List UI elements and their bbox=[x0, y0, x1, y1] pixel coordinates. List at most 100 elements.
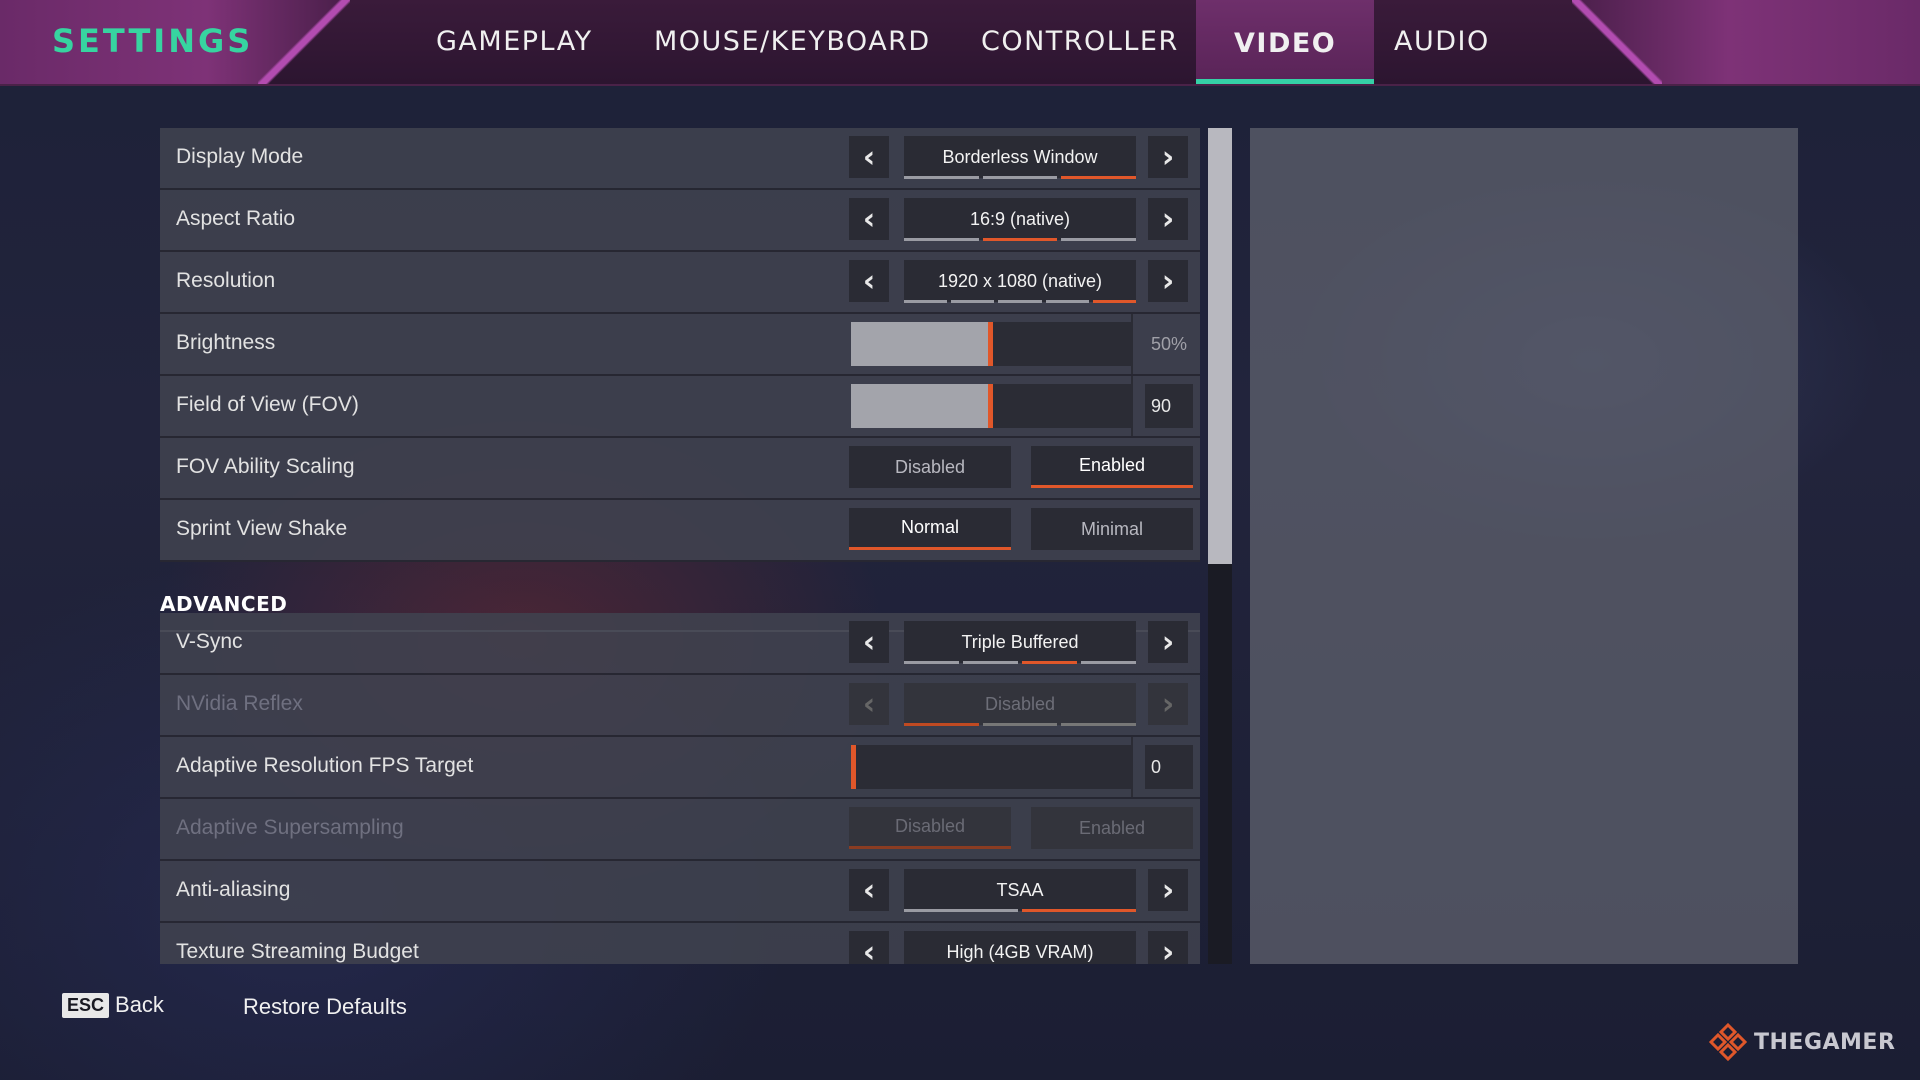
anti-aliasing-selector[interactable]: TSAA bbox=[904, 869, 1136, 911]
brightness-value: 50% bbox=[1150, 334, 1188, 354]
brand-logo-icon bbox=[1708, 1022, 1748, 1062]
header-left-edge bbox=[258, 0, 350, 84]
fov-scaling-enabled-button[interactable]: Enabled bbox=[1031, 446, 1193, 488]
option-pip bbox=[904, 300, 948, 303]
divider bbox=[1131, 314, 1133, 374]
vsync-selector[interactable]: Triple Buffered bbox=[904, 621, 1136, 663]
supersampling-enabled-button: Enabled bbox=[1031, 807, 1193, 849]
option-pip bbox=[904, 909, 1018, 912]
option-pip bbox=[1061, 238, 1137, 241]
setting-label: V-Sync bbox=[176, 630, 243, 653]
back-label: Back bbox=[115, 992, 164, 1017]
chevron-left-icon[interactable]: ‹ bbox=[849, 869, 889, 911]
chevron-right-icon[interactable]: › bbox=[1148, 931, 1188, 964]
option-pips bbox=[904, 238, 1137, 242]
option-pip bbox=[982, 176, 1058, 179]
chevron-right-icon[interactable]: › bbox=[1148, 136, 1188, 178]
setting-row-aspect-ratio: Aspect Ratio ‹ 16:9 (native) › bbox=[160, 190, 1200, 252]
option-pip bbox=[1022, 661, 1077, 664]
option-pip bbox=[904, 238, 979, 241]
option-pip bbox=[982, 723, 1058, 726]
page-title: SETTINGS bbox=[52, 22, 254, 60]
chevron-right-icon[interactable]: › bbox=[1148, 869, 1188, 911]
brightness-slider[interactable] bbox=[851, 322, 1131, 366]
setting-row-vsync: V-Sync ‹ Triple Buffered › bbox=[160, 613, 1200, 675]
fov-scaling-disabled-button[interactable]: Disabled bbox=[849, 446, 1011, 488]
divider bbox=[1131, 376, 1133, 436]
option-pips bbox=[904, 909, 1136, 913]
sprint-shake-minimal-button[interactable]: Minimal bbox=[1031, 508, 1193, 550]
setting-label: NVidia Reflex bbox=[176, 692, 303, 715]
setting-row-texture-streaming-budget: Texture Streaming Budget ‹ High (4GB VRA… bbox=[160, 923, 1200, 964]
setting-row-nvidia-reflex: NVidia Reflex ‹ Disabled › bbox=[160, 675, 1200, 737]
scrollbar-thumb[interactable] bbox=[1208, 128, 1232, 564]
chevron-right-icon[interactable]: › bbox=[1148, 260, 1188, 302]
fov-slider[interactable] bbox=[851, 384, 1131, 428]
display-mode-selector[interactable]: Borderless Window bbox=[904, 136, 1136, 178]
option-pip bbox=[951, 300, 995, 303]
header-right-edge bbox=[1572, 0, 1662, 84]
adaptive-fps-value-input[interactable]: 0 bbox=[1145, 745, 1193, 789]
brand-name: THEGAMER bbox=[1754, 1029, 1896, 1055]
supersampling-disabled-button: Disabled bbox=[849, 807, 1011, 849]
option-pip bbox=[1045, 300, 1089, 303]
setting-label: Sprint View Shake bbox=[176, 517, 348, 540]
chevron-left-icon[interactable]: ‹ bbox=[849, 931, 889, 964]
setting-label: Aspect Ratio bbox=[176, 207, 296, 230]
option-pips bbox=[904, 176, 1137, 180]
setting-row-adaptive-supersampling: Adaptive Supersampling Disabled Enabled bbox=[160, 799, 1200, 861]
option-pip bbox=[1092, 300, 1137, 303]
tab-controller[interactable]: CONTROLLER bbox=[981, 26, 1179, 57]
option-pip bbox=[963, 661, 1018, 664]
tab-gameplay[interactable]: GAMEPLAY bbox=[436, 26, 593, 57]
option-pips bbox=[904, 723, 1137, 727]
esc-key-icon: ESC bbox=[62, 992, 110, 1018]
setting-row-resolution: Resolution ‹ 1920 x 1080 (native) › bbox=[160, 252, 1200, 314]
chevron-left-icon[interactable]: ‹ bbox=[849, 136, 889, 178]
setting-row-brightness: Brightness 50% bbox=[160, 314, 1200, 376]
back-button[interactable]: ESC Back bbox=[62, 992, 164, 1018]
divider bbox=[1131, 737, 1133, 797]
option-pips bbox=[904, 661, 1136, 665]
aspect-ratio-selector[interactable]: 16:9 (native) bbox=[904, 198, 1136, 240]
option-pip bbox=[982, 238, 1058, 241]
setting-label: Adaptive Resolution FPS Target bbox=[176, 754, 474, 777]
chevron-right-icon[interactable]: › bbox=[1148, 621, 1188, 663]
tab-audio[interactable]: AUDIO bbox=[1394, 26, 1490, 57]
chevron-right-icon: › bbox=[1148, 683, 1188, 725]
sprint-shake-normal-button[interactable]: Normal bbox=[849, 508, 1011, 550]
chevron-left-icon[interactable]: ‹ bbox=[849, 621, 889, 663]
setting-label: Field of View (FOV) bbox=[176, 393, 359, 416]
setting-row-adaptive-res-fps: Adaptive Resolution FPS Target 0 bbox=[160, 737, 1200, 799]
setting-row-anti-aliasing: Anti-aliasing ‹ TSAA › bbox=[160, 861, 1200, 923]
setting-label: Anti-aliasing bbox=[176, 878, 291, 901]
settings-list: Display Mode ‹ Borderless Window › Aspec… bbox=[160, 128, 1200, 964]
tab-mouse-keyboard[interactable]: MOUSE/KEYBOARD bbox=[654, 26, 931, 57]
settings-scrollbar[interactable] bbox=[1208, 128, 1232, 964]
setting-label: Resolution bbox=[176, 269, 276, 292]
option-pip bbox=[904, 723, 979, 726]
chevron-left-icon[interactable]: ‹ bbox=[849, 198, 889, 240]
chevron-left-icon: ‹ bbox=[849, 683, 889, 725]
tab-video[interactable]: VIDEO bbox=[1196, 0, 1375, 84]
setting-row-fov: Field of View (FOV) 90 bbox=[160, 376, 1200, 438]
option-pip bbox=[998, 300, 1042, 303]
slider-handle[interactable] bbox=[851, 745, 856, 789]
chevron-right-icon[interactable]: › bbox=[1148, 198, 1188, 240]
nvidia-reflex-selector: Disabled bbox=[904, 683, 1136, 725]
slider-fill bbox=[851, 322, 991, 366]
setting-label: Display Mode bbox=[176, 145, 304, 168]
settings-header: SETTINGS GAMEPLAY MOUSE/KEYBOARD CONTROL… bbox=[0, 0, 1920, 86]
resolution-selector[interactable]: 1920 x 1080 (native) bbox=[904, 260, 1136, 302]
chevron-left-icon[interactable]: ‹ bbox=[849, 260, 889, 302]
option-pip bbox=[904, 661, 959, 664]
option-pip bbox=[1081, 661, 1136, 664]
texture-budget-selector[interactable]: High (4GB VRAM) bbox=[904, 931, 1136, 964]
restore-defaults-button[interactable]: Restore Defaults bbox=[243, 994, 407, 1020]
setting-row-fov-ability-scaling: FOV Ability Scaling Disabled Enabled bbox=[160, 438, 1200, 500]
fov-value-input[interactable]: 90 bbox=[1145, 384, 1193, 428]
slider-handle[interactable] bbox=[988, 384, 993, 428]
brand-watermark: THEGAMER bbox=[1708, 1022, 1895, 1062]
slider-handle[interactable] bbox=[988, 322, 993, 366]
adaptive-fps-slider[interactable] bbox=[851, 745, 1131, 789]
